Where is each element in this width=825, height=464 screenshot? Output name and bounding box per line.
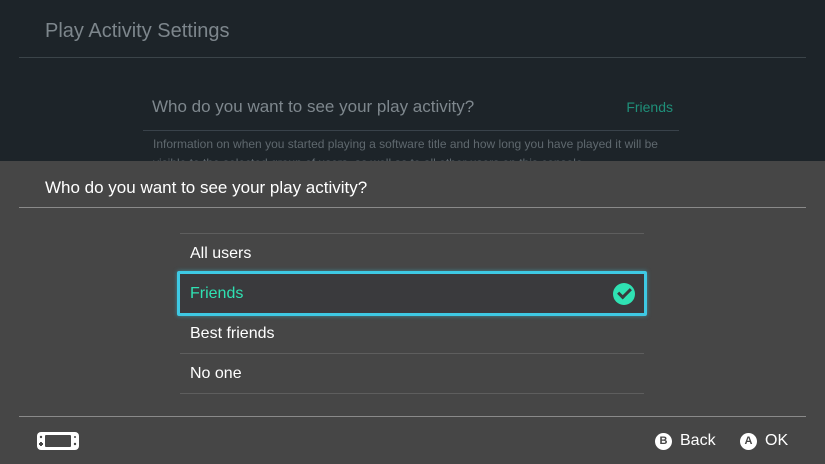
handheld-console-icon [37,432,79,450]
a-button-icon: A [740,432,757,450]
setting-value: Friends [626,99,673,115]
option-list: All users Friends Best friends No one [177,233,647,394]
checkmark-icon [613,283,635,305]
header-divider [19,57,806,58]
dialog-divider-bottom [19,416,806,417]
dialog-title: Who do you want to see your play activit… [45,178,368,197]
background-header: Play Activity Settings [0,0,825,58]
option-label: Best friends [190,325,275,342]
b-button-icon: B [655,432,672,450]
dialog-divider-top [19,207,806,208]
option-all-users[interactable]: All users [180,234,644,274]
page-title: Play Activity Settings [45,20,230,42]
option-label: Friends [190,285,244,302]
selection-dialog: Who do you want to see your play activit… [0,161,825,464]
back-label: Back [680,432,716,449]
back-button[interactable]: B Back [655,431,716,451]
option-label: All users [190,245,252,262]
ok-label: OK [765,432,789,449]
option-best-friends[interactable]: Best friends [180,314,644,354]
option-label: No one [190,365,242,382]
option-friends[interactable]: Friends [177,271,647,316]
option-no-one[interactable]: No one [180,354,644,394]
ok-button[interactable]: A OK [740,431,788,451]
setting-label: Who do you want to see your play activit… [152,97,475,116]
play-activity-setting-row: Who do you want to see your play activit… [143,82,679,131]
